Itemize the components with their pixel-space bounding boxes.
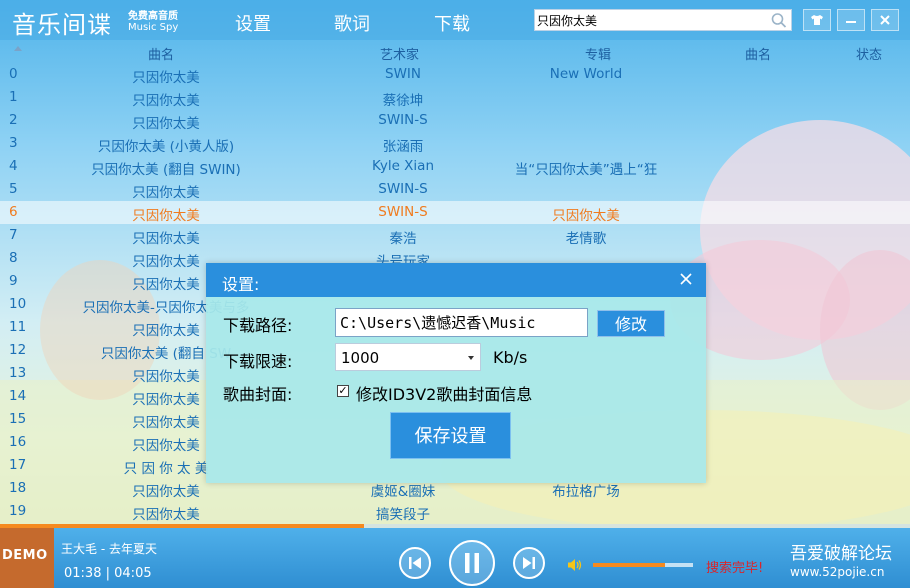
sort-arrow-icon[interactable] xyxy=(14,46,22,51)
speed-limit-select[interactable]: 1000 xyxy=(335,343,481,371)
total-time: 04:05 xyxy=(114,566,152,581)
menu-settings[interactable]: 设置 xyxy=(235,10,271,36)
cover-checkbox[interactable]: ✓ xyxy=(337,385,349,397)
search-box xyxy=(534,9,792,31)
row-song-name: 只因你太美 xyxy=(132,185,200,201)
pause-button[interactable] xyxy=(449,540,495,586)
row-song-name: 只因你太美 xyxy=(132,93,200,109)
title-bar: 音乐间谍 免费高音质 Music Spy 设置 歌词 下载 xyxy=(0,0,910,40)
dialog-title: 设置: xyxy=(222,275,260,294)
download-path-input[interactable] xyxy=(335,308,588,337)
row-artist: SWIN-S xyxy=(378,112,428,128)
settings-dialog: 设置: 下载路径: 修改 下载限速: 1000 Kb/s 歌曲封面: ✓ 修改I… xyxy=(206,263,706,483)
row-song-name: 只因你太美 xyxy=(132,116,200,132)
table-row[interactable]: 0 只因你太美 SWIN New World xyxy=(0,63,910,86)
search-status: 搜索完毕! xyxy=(706,561,764,576)
table-row[interactable]: 5 只因你太美 SWIN-S xyxy=(0,178,910,201)
row-artist: SWIN xyxy=(385,66,421,82)
search-icon[interactable] xyxy=(770,12,788,29)
row-artist: SWIN-S xyxy=(378,181,428,197)
download-path-label: 下载路径: xyxy=(223,316,293,335)
row-artist: 蔡徐坤 xyxy=(382,93,424,109)
close-button[interactable] xyxy=(871,9,899,31)
cover-option-text: 修改ID3V2歌曲封面信息 xyxy=(356,385,533,404)
now-playing-title: 王大毛 - 去年夏天 xyxy=(61,542,157,556)
row-song-name: 只因你太美 xyxy=(132,507,200,523)
row-artist: 秦浩 xyxy=(389,231,417,247)
album-cover-text: DEMO xyxy=(2,548,48,563)
header-name-2[interactable]: 曲名 xyxy=(745,44,771,63)
logo-tagline: 免费高音质 xyxy=(128,11,178,22)
minimize-button[interactable] xyxy=(837,9,865,31)
table-row[interactable]: 19 只因你太美 搞笑段子 xyxy=(0,500,910,523)
pause-icon xyxy=(465,553,479,573)
speed-limit-value: 1000 xyxy=(341,349,380,367)
header-album[interactable]: 专辑 xyxy=(585,44,611,63)
dialog-title-bar: 设置: xyxy=(206,263,706,297)
table-row[interactable]: 2 只因你太美 SWIN-S xyxy=(0,109,910,132)
dialog-close-icon[interactable] xyxy=(676,269,696,289)
row-song-name: 只因你太美 xyxy=(132,208,200,224)
row-artist: SWIN-S xyxy=(378,204,428,220)
row-album: New World xyxy=(549,66,623,82)
table-row[interactable]: 1 只因你太美 蔡徐坤 xyxy=(0,86,910,109)
header-name[interactable]: 曲名 xyxy=(148,44,174,63)
volume-slider[interactable] xyxy=(593,563,693,567)
album-cover[interactable]: DEMO xyxy=(0,528,54,588)
shirt-icon xyxy=(811,15,823,25)
row-album: 布拉格广场 xyxy=(552,484,620,500)
menu-lyrics[interactable]: 歌词 xyxy=(334,10,370,36)
volume-slider-fill xyxy=(593,563,665,567)
row-song-name: 只因你太美 xyxy=(132,484,200,500)
time-separator: | xyxy=(105,566,110,581)
volume-icon[interactable] xyxy=(567,558,583,572)
chevron-down-icon xyxy=(468,356,474,360)
speed-limit-label: 下载限速: xyxy=(223,352,293,371)
table-row[interactable]: 4 只因你太美 (翻自 SWIN) Kyle Xian 当“只因你太美”遇上“狂 xyxy=(0,155,910,178)
row-song-name: 只因你太美 (小黄人版) xyxy=(97,139,235,155)
previous-icon xyxy=(409,557,421,569)
app-logo: 音乐间谍 xyxy=(12,11,112,39)
row-album: 只因你太美 xyxy=(552,208,620,224)
speed-unit: Kb/s xyxy=(493,348,528,367)
close-icon xyxy=(880,15,890,25)
logo-english-name: Music Spy xyxy=(128,22,179,33)
table-row[interactable]: 6 只因你太美 SWIN-S 只因你太美 xyxy=(0,201,910,224)
elapsed-time: 01:38 xyxy=(64,566,102,581)
table-row[interactable]: 3 只因你太美 (小黄人版) 张涵雨 xyxy=(0,132,910,155)
player-bar: DEMO 王大毛 - 去年夏天 01:38 | 04:05 搜索完毕! 吾爱破解… xyxy=(0,528,910,588)
skin-button[interactable] xyxy=(803,9,831,31)
table-row[interactable]: 7 只因你太美 秦浩 老情歌 xyxy=(0,224,910,247)
row-album: 当“只因你太美”遇上“狂 xyxy=(514,162,658,178)
next-icon xyxy=(523,557,535,569)
row-artist: 虞姬&圈妹 xyxy=(370,484,436,500)
header-status[interactable]: 状态 xyxy=(856,44,882,63)
row-song-name: 只因你太美 xyxy=(132,70,200,86)
row-song-name: 只因你太美 xyxy=(132,231,200,247)
search-input[interactable] xyxy=(537,11,767,29)
row-artist: Kyle Xian xyxy=(371,158,435,174)
cover-label: 歌曲封面: xyxy=(223,385,293,404)
row-album: 老情歌 xyxy=(565,231,607,247)
row-artist: 搞笑段子 xyxy=(376,507,430,523)
row-song-name: 只因你太美 (翻自 SWIN) xyxy=(91,162,241,178)
menu-downloads[interactable]: 下载 xyxy=(434,10,470,36)
watermark-url: www.52pojie.cn xyxy=(790,565,885,579)
row-artist: 张涵雨 xyxy=(382,139,424,155)
modify-path-button[interactable]: 修改 xyxy=(597,310,665,337)
play-time: 01:38 | 04:05 xyxy=(64,566,152,581)
next-button[interactable] xyxy=(513,547,545,579)
save-settings-button[interactable]: 保存设置 xyxy=(390,412,511,459)
watermark-text: 吾爱破解论坛 xyxy=(790,544,892,564)
header-artist[interactable]: 艺术家 xyxy=(380,44,419,63)
minimize-icon xyxy=(846,21,856,23)
previous-button[interactable] xyxy=(399,547,431,579)
